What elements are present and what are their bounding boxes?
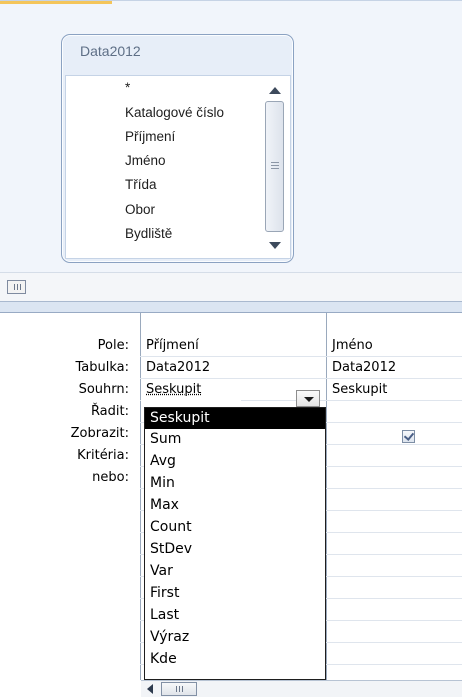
field-item-class[interactable]: Třída: [125, 177, 157, 192]
dropdown-arrow-icon[interactable]: [296, 390, 320, 407]
field-item-catalog[interactable]: Katalogové číslo: [125, 105, 224, 120]
scroll-left-arrow-icon[interactable]: [147, 684, 153, 694]
row-label-or: nebo:: [92, 470, 129, 485]
dropdown-option-avg[interactable]: Avg: [145, 451, 325, 472]
grid-column-divider: [140, 313, 141, 680]
scroll-thumb-grip-icon: [271, 165, 279, 166]
dropdown-option-first[interactable]: First: [145, 583, 325, 604]
query-design-upper-pane: Data2012 * Katalogové číslo Příjmení Jmé…: [0, 0, 462, 272]
col2-field-cell[interactable]: Jméno: [332, 338, 373, 353]
field-item-surname[interactable]: Příjmení: [125, 129, 175, 144]
field-item-firstname[interactable]: Jméno: [125, 153, 166, 168]
ribbon-accent: [0, 1, 112, 4]
col2-total-cell[interactable]: Seskupit: [332, 382, 387, 397]
scroll-thumb[interactable]: [265, 101, 284, 232]
col1-field-cell[interactable]: Příjmení: [146, 338, 199, 353]
row-label-table: Tabulka:: [75, 360, 129, 375]
col1-total-cell[interactable]: Seskupit: [146, 382, 201, 397]
scroll-thumb-grip-icon: [271, 162, 279, 163]
dropdown-option-var[interactable]: Var: [145, 561, 325, 582]
field-item-all[interactable]: *: [125, 80, 130, 95]
row-label-criteria: Kritéria:: [77, 448, 129, 463]
query-design-grid: Pole: Tabulka: Souhrn: Řadit: Zobrazit: …: [0, 313, 462, 697]
grid-horizontal-scrollbar[interactable]: [141, 680, 462, 697]
dropdown-option-max[interactable]: Max: [145, 495, 325, 516]
scroll-down-arrow-icon[interactable]: [269, 242, 281, 249]
grid-column-divider: [326, 313, 327, 680]
dropdown-option-where[interactable]: Kde: [145, 649, 325, 670]
scroll-thumb-grip-icon: [271, 168, 279, 169]
pane-splitter[interactable]: [0, 302, 462, 313]
col1-table-cell[interactable]: Data2012: [146, 360, 210, 375]
field-list-scrollbar[interactable]: [258, 76, 290, 258]
upper-pane-horizontal-scrollbar[interactable]: [0, 272, 462, 302]
dropdown-option-seskupit[interactable]: Seskupit: [145, 408, 325, 429]
field-item-residence[interactable]: Bydliště: [125, 226, 172, 241]
row-label-field: Pole:: [97, 338, 129, 353]
field-item-major[interactable]: Obor: [125, 202, 155, 217]
dropdown-option-sum[interactable]: Sum: [145, 429, 325, 450]
total-dropdown-list[interactable]: Seskupit Sum Avg Min Max Count StDev Var…: [144, 407, 326, 680]
row-label-show: Zobrazit:: [70, 426, 129, 441]
grid-scroll-thumb[interactable]: [161, 682, 197, 696]
scroll-up-arrow-icon[interactable]: [269, 87, 281, 94]
dropdown-option-min[interactable]: Min: [145, 473, 325, 494]
checkbox-checked-icon[interactable]: [402, 430, 415, 443]
dropdown-option-last[interactable]: Last: [145, 605, 325, 626]
dropdown-option-count[interactable]: Count: [145, 517, 325, 538]
col2-table-cell[interactable]: Data2012: [332, 360, 396, 375]
grid-row-divider: [140, 378, 462, 379]
dropdown-option-stdev[interactable]: StDev: [145, 539, 325, 560]
horizontal-scroll-thumb[interactable]: [7, 280, 26, 294]
field-list[interactable]: * Katalogové číslo Příjmení Jméno Třída …: [65, 75, 291, 259]
row-label-sort: Řadit:: [90, 404, 129, 419]
table-title[interactable]: Data2012: [80, 43, 141, 59]
grid-row-divider: [140, 356, 462, 357]
table-field-list-window[interactable]: Data2012 * Katalogové číslo Příjmení Jmé…: [61, 34, 294, 263]
row-label-total: Souhrn:: [78, 382, 129, 397]
dropdown-option-expression[interactable]: Výraz: [145, 627, 325, 648]
